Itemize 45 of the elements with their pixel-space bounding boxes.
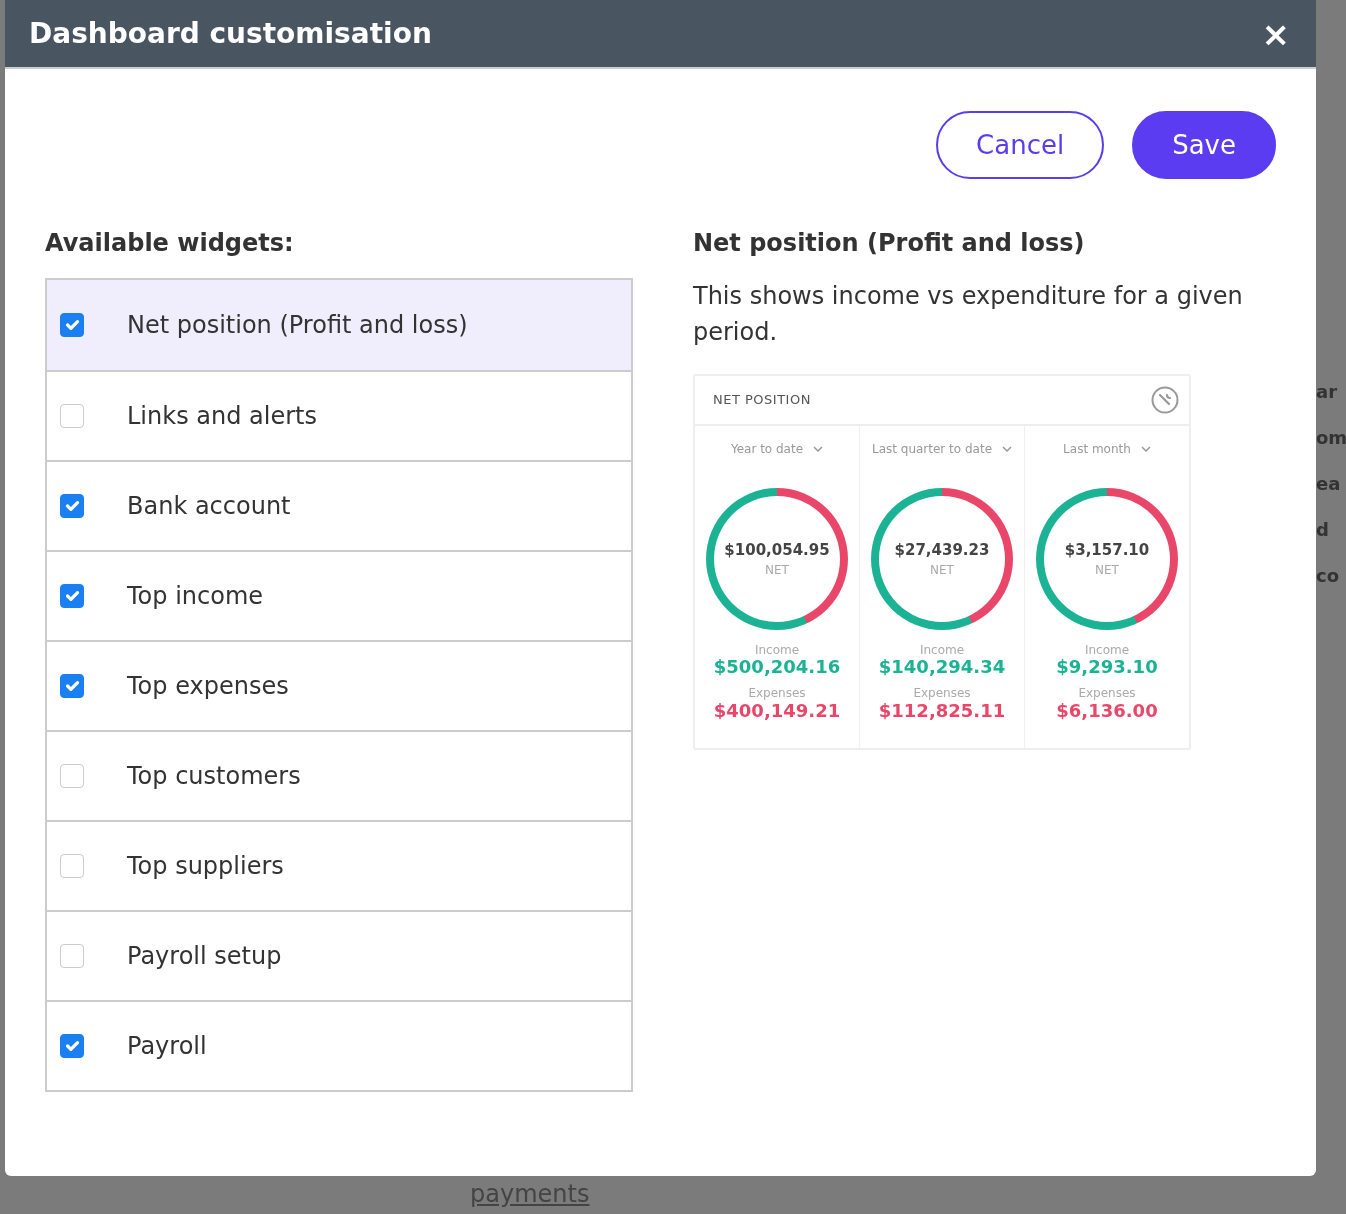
background-text: om (1316, 426, 1346, 450)
section-heading: Available widgets: (45, 229, 295, 258)
checkbox[interactable] (60, 403, 84, 428)
net-amount: $3,157.10 (1064, 539, 1150, 561)
checkbox[interactable] (60, 312, 84, 337)
dialog-title: Dashboard customisation (29, 16, 432, 51)
widget-title: NET POSITION (713, 391, 811, 410)
checkbox[interactable] (60, 853, 84, 878)
chevron-down-icon (1140, 445, 1151, 452)
preview-heading: Net position (Profit and loss) (693, 229, 1086, 258)
checkbox[interactable] (60, 1033, 84, 1058)
expenses-label: Expenses (748, 686, 806, 700)
background-text: ar (1316, 380, 1339, 404)
expenses-amount: $112,825.11 (878, 699, 1006, 722)
net-label: NET (930, 562, 954, 580)
cancel-button[interactable]: Cancel (936, 111, 1105, 179)
net-label: NET (1095, 562, 1119, 580)
expenses-amount: $400,149.21 (713, 699, 841, 722)
checkbox[interactable] (60, 583, 84, 608)
income-label: Income (754, 643, 800, 657)
expenses-label: Expenses (1078, 686, 1136, 700)
save-button[interactable]: Save (1132, 111, 1276, 179)
income-label: Income (919, 643, 965, 657)
background-text: co (1316, 564, 1341, 588)
expenses-label: Expenses (913, 686, 971, 700)
close-button[interactable]: × (1257, 16, 1294, 51)
income-label: Income (1084, 643, 1130, 657)
chevron-down-icon (813, 445, 824, 452)
widget-list-item[interactable]: Net position (Profit and loss) (127, 279, 631, 370)
net-amount: $27,439.23 (894, 539, 990, 561)
income-amount: $140,294.34 (878, 657, 1006, 677)
background-text: ea (1316, 472, 1342, 496)
income-amount: $500,204.16 (713, 657, 841, 677)
checkbox[interactable] (60, 943, 84, 968)
net-amount: $100,054.95 (724, 539, 830, 561)
chevron-down-icon (1002, 445, 1013, 452)
background-text: d (1316, 518, 1330, 542)
expenses-amount: $6,136.00 (1056, 699, 1158, 722)
checkbox[interactable] (60, 673, 84, 698)
preview-description: This shows income vs expenditure for a given period. (693, 280, 1244, 348)
checkbox[interactable] (60, 763, 84, 788)
wrench-icon (1151, 385, 1179, 414)
net-label: NET (765, 562, 789, 580)
income-amount: $9,293.10 (1056, 657, 1158, 677)
checkbox[interactable] (60, 493, 84, 518)
